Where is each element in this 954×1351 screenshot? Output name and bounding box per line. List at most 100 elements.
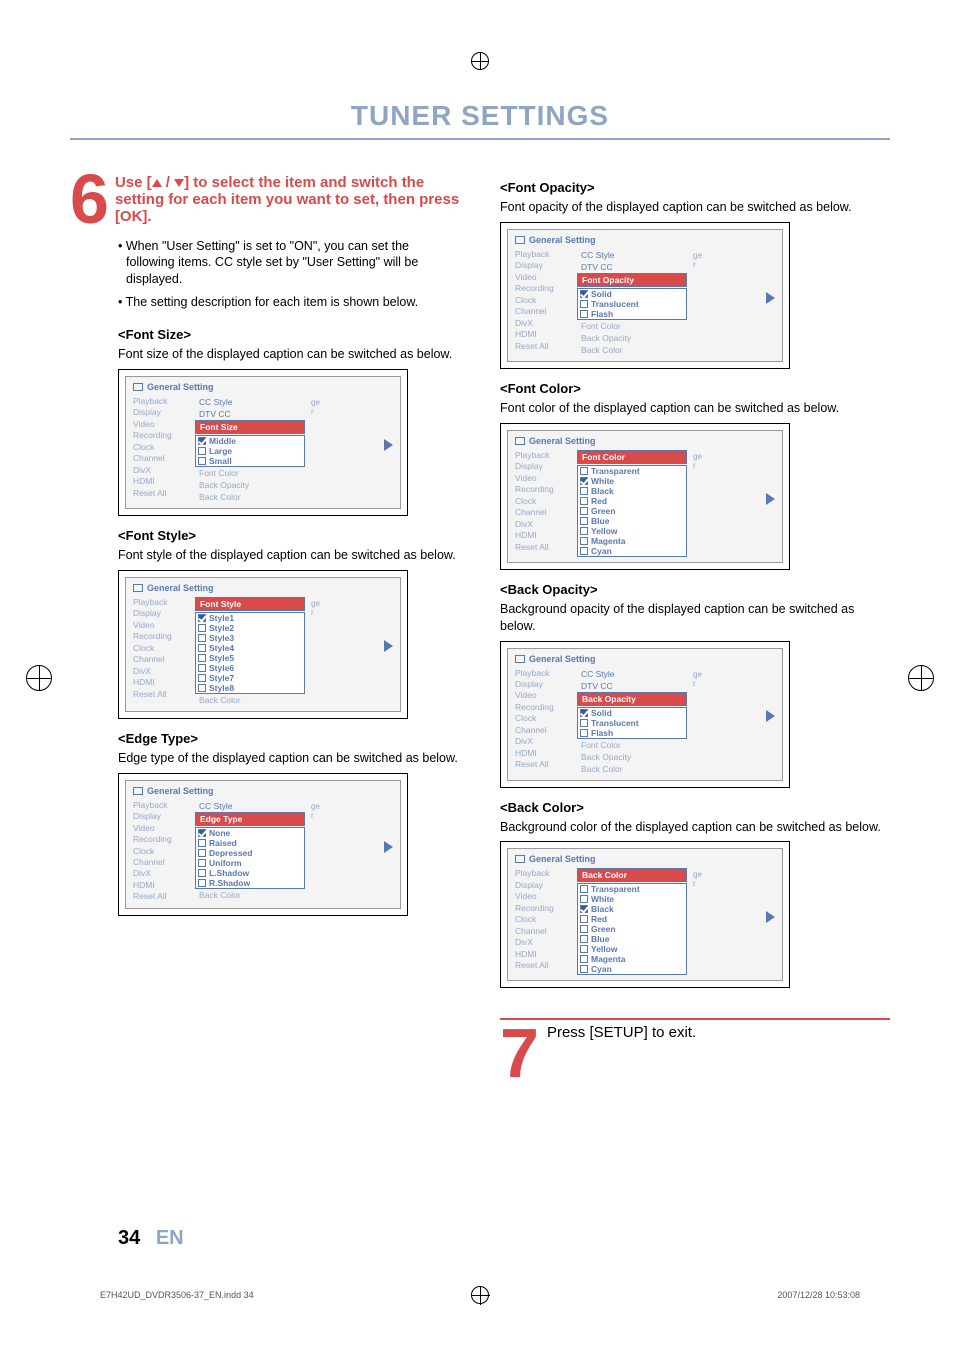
window-icon — [133, 383, 143, 391]
ui-sidebar-item: HDMI — [131, 476, 191, 487]
ui-back-opacity: General SettingPlaybackDisplayVideoRecor… — [500, 641, 790, 788]
ui-menu-item-selected: Font Size — [195, 420, 305, 434]
step-text: Use [ / ] to select the item and switch … — [115, 170, 460, 230]
ui-option-label: Transparent — [591, 884, 640, 894]
checkbox-icon — [580, 905, 588, 913]
ui-sidebar-item: Playback — [513, 450, 573, 461]
ui-submenu: Back ColorTransparentWhiteBlackRedGreenB… — [577, 868, 687, 975]
ui-sidebar-item: Recording — [513, 702, 573, 713]
page-number: 34 EN — [118, 1227, 184, 1250]
ui-option: Style4 — [196, 643, 304, 653]
ui-option-label: White — [591, 476, 614, 486]
ui-sidebar-item: Recording — [513, 283, 573, 294]
ui-option-label: White — [591, 894, 614, 904]
ui-option-label: Black — [591, 486, 614, 496]
ui-option-list: NoneRaisedDepressedUniformL.ShadowR.Shad… — [195, 827, 305, 889]
ui-option-label: Cyan — [591, 546, 612, 556]
checkbox-icon — [580, 517, 588, 525]
ui-submenu: CC StyleDTV CCFont SizeMiddleLargeSmallF… — [195, 396, 305, 503]
left-column: 6 Use [ / ] to select the item and switc… — [70, 170, 460, 1084]
section-text: Font style of the displayed caption can … — [70, 547, 460, 564]
ui-option-label: Style1 — [209, 613, 234, 623]
ui-sidebar: PlaybackDisplayVideoRecordingClockChanne… — [131, 396, 191, 503]
ui-option: Blue — [578, 934, 686, 944]
ui-menu-item-selected: Font Color — [577, 450, 687, 464]
ui-menu-item: CC Style — [195, 396, 305, 408]
t: / — [162, 174, 175, 191]
ui-option-label: Blue — [591, 934, 609, 944]
checkbox-icon — [580, 935, 588, 943]
ui-option: Style2 — [196, 623, 304, 633]
checkbox-icon — [198, 614, 206, 622]
ui-sidebar-item: Reset All — [513, 542, 573, 553]
play-arrow-icon — [766, 911, 775, 923]
ui-option: Yellow — [578, 526, 686, 536]
ui-option: Green — [578, 924, 686, 934]
ui-sidebar-item: Playback — [131, 800, 191, 811]
ui-menu-item-dim: Back Opacity — [195, 479, 305, 491]
ui-option-label: Style5 — [209, 653, 234, 663]
section-heading: <Font Style> — [70, 528, 460, 543]
ui-menu-item-dim: Font Color — [577, 320, 687, 332]
ui-submenu: CC StyleDTV CCFont OpacitySolidTransluce… — [577, 249, 687, 356]
ui-sidebar-item: HDMI — [513, 530, 573, 541]
ui-option-list: TransparentWhiteBlackRedGreenBlueYellowM… — [577, 465, 687, 557]
checkbox-icon — [198, 447, 206, 455]
ui-sidebar: PlaybackDisplayVideoRecordingClockChanne… — [513, 868, 573, 975]
ui-option-label: R.Shadow — [209, 878, 250, 888]
ui-option: Small — [196, 456, 304, 466]
ui-sidebar-item: Reset All — [513, 759, 573, 770]
ui-option-label: Magenta — [591, 536, 625, 546]
ui-sidebar-item: Recording — [513, 484, 573, 495]
step-number: 7 — [500, 1024, 539, 1084]
ui-window-title: General Setting — [529, 235, 596, 245]
ui-sidebar-item: DivX — [513, 736, 573, 747]
checkbox-icon — [198, 849, 206, 857]
ui-option: Translucent — [578, 718, 686, 728]
ui-option: Solid — [578, 708, 686, 718]
checkbox-icon — [580, 955, 588, 963]
ui-sidebar-item: Playback — [131, 597, 191, 608]
section-heading: <Back Color> — [500, 800, 890, 815]
ui-option: White — [578, 476, 686, 486]
ui-option: L.Shadow — [196, 868, 304, 878]
step-6: 6 Use [ / ] to select the item and switc… — [70, 170, 460, 230]
ui-sidebar-item: DivX — [131, 868, 191, 879]
ui-sidebar-item: DivX — [131, 666, 191, 677]
ui-sidebar-item: Playback — [131, 396, 191, 407]
checkbox-icon — [198, 859, 206, 867]
section-text: Font color of the displayed caption can … — [500, 400, 890, 417]
checkbox-icon — [198, 644, 206, 652]
ui-option-list: TransparentWhiteBlackRedGreenBlueYellowM… — [577, 883, 687, 975]
ui-option-label: Red — [591, 496, 607, 506]
window-icon — [133, 584, 143, 592]
ui-sidebar: PlaybackDisplayVideoRecordingClockChanne… — [131, 800, 191, 903]
ui-submenu: Font ColorTransparentWhiteBlackRedGreenB… — [577, 450, 687, 557]
page-n: 34 — [118, 1227, 140, 1249]
ui-option-list: MiddleLargeSmall — [195, 435, 305, 467]
ui-option-list: SolidTranslucentFlash — [577, 288, 687, 320]
ui-option-label: Depressed — [209, 848, 252, 858]
section-text: Font opacity of the displayed caption ca… — [500, 199, 890, 216]
ui-sidebar-item: Playback — [513, 868, 573, 879]
ui-sidebar-item: Clock — [513, 496, 573, 507]
page-title: TUNER SETTINGS — [70, 30, 890, 140]
ui-sidebar-item: Clock — [513, 914, 573, 925]
ui-option-label: Translucent — [591, 299, 639, 309]
ui-option: Blue — [578, 516, 686, 526]
checkbox-icon — [198, 869, 206, 877]
checkbox-icon — [580, 527, 588, 535]
ui-option: R.Shadow — [196, 878, 304, 888]
ui-edge-type: General SettingPlaybackDisplayVideoRecor… — [118, 773, 408, 916]
ui-option: Style8 — [196, 683, 304, 693]
ui-option: Style6 — [196, 663, 304, 673]
checkbox-icon — [198, 654, 206, 662]
registration-mark-left-icon — [26, 665, 52, 691]
ui-option: Magenta — [578, 536, 686, 546]
ui-option-label: Uniform — [209, 858, 242, 868]
ui-option: Yellow — [578, 944, 686, 954]
ui-menu-item-dim: Back Opacity — [577, 751, 687, 763]
ui-sidebar-item: HDMI — [131, 880, 191, 891]
checkbox-icon — [198, 829, 206, 837]
ui-sidebar: PlaybackDisplayVideoRecordingClockChanne… — [513, 668, 573, 775]
